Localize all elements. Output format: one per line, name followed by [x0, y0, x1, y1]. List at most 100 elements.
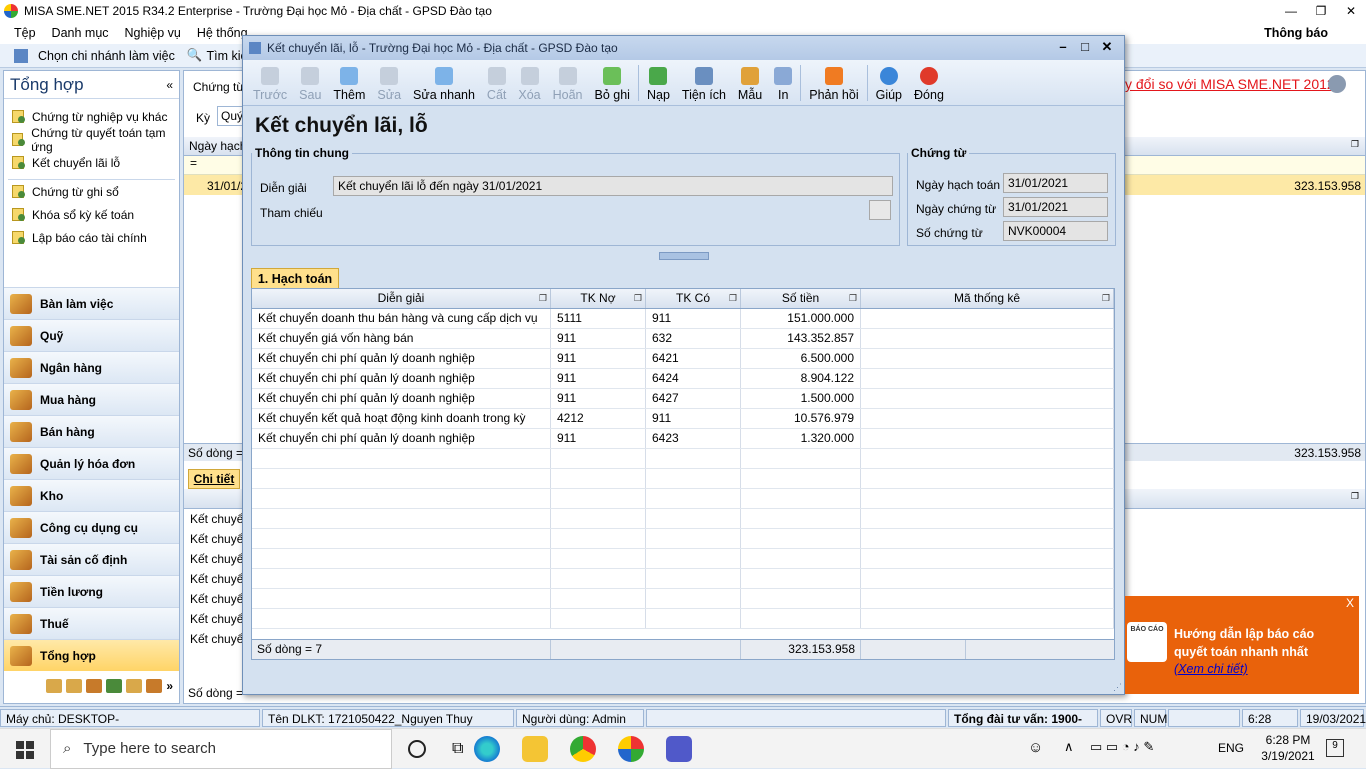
col-date-header[interactable]: Ngày hạch [189, 139, 246, 153]
cell-description[interactable]: Kết chuyển kết quả hoạt động kinh doanh … [252, 409, 551, 428]
empty-row[interactable] [252, 469, 1114, 489]
cell-credit[interactable]: 911 [646, 309, 741, 328]
cell-description[interactable]: Kết chuyển chi phí quản lý doanh nghiệp [252, 349, 551, 368]
module-general[interactable]: Tổng hợp [4, 639, 179, 671]
cell-credit[interactable]: 6423 [646, 429, 741, 448]
chevron-up-icon[interactable]: ∧ [1064, 739, 1074, 755]
settings-gear-icon[interactable] [1328, 75, 1346, 93]
col-description[interactable]: Diễn giải [252, 289, 551, 308]
choose-branch-button[interactable]: Chọn chi nhánh làm việc [38, 49, 175, 63]
menu-system[interactable]: Hệ thống [197, 26, 248, 40]
table-row[interactable]: Kết chuyển chi phí quản lý doanh nghiệp 9… [252, 349, 1114, 369]
menu-catalog[interactable]: Danh mục [52, 26, 109, 40]
chrome-icon[interactable] [570, 735, 597, 762]
module-warehouse[interactable]: Kho [4, 479, 179, 511]
reload-button[interactable]: Nạp [647, 67, 670, 105]
pin-icon[interactable]: ❐ [1351, 491, 1359, 502]
shortcut-icon[interactable] [146, 679, 163, 693]
list-item[interactable]: Kết chuyể [186, 549, 246, 569]
cell-debit[interactable]: 911 [551, 329, 646, 348]
list-item[interactable]: Kết chuyể [186, 609, 246, 629]
feedback-button[interactable]: Phản hồi [809, 67, 859, 105]
cell-stat-code[interactable] [861, 409, 1114, 428]
module-purchase[interactable]: Mua hàng [4, 383, 179, 415]
language-indicator[interactable]: ENG [1218, 741, 1244, 755]
col-stat-code[interactable]: Mã thống kê [861, 289, 1114, 308]
col-amount[interactable]: Số tiền [741, 289, 861, 308]
module-fixed-assets[interactable]: Tài sản cố định [4, 543, 179, 575]
cell-credit[interactable]: 632 [646, 329, 741, 348]
minimize-button[interactable]: — [1276, 0, 1306, 22]
table-row[interactable]: Kết chuyển chi phí quản lý doanh nghiệp 9… [252, 369, 1114, 389]
list-item[interactable]: Kết chuyể [186, 629, 246, 649]
list-item[interactable]: Kết chuyể [186, 569, 246, 589]
taskbar-search-box[interactable]: ⌕ Type here to search [50, 728, 392, 769]
tab-voucher[interactable]: Chứng từ [193, 80, 244, 94]
table-row[interactable]: Kết chuyển kết quả hoạt động kinh doanh … [252, 409, 1114, 429]
next-button[interactable]: Sau [299, 67, 321, 105]
add-button[interactable]: Thêm [333, 67, 365, 105]
people-icon[interactable]: ☺ [1028, 739, 1043, 756]
empty-row[interactable] [252, 489, 1114, 509]
tab-detail[interactable]: Chi tiết [188, 469, 240, 489]
utilities-button[interactable]: Tiện ích [682, 67, 726, 105]
menu-file[interactable]: Tệp [14, 26, 36, 40]
resize-grip-icon[interactable]: ⋰ [1113, 682, 1122, 693]
print-button[interactable]: In [774, 67, 793, 105]
close-button[interactable]: ✕ [1336, 0, 1366, 22]
cell-debit[interactable]: 4212 [551, 409, 646, 428]
quick-edit-button[interactable]: Sửa nhanh [413, 67, 475, 105]
cell-description[interactable]: Kết chuyển doanh thu bán hàng và cung cấ… [252, 309, 551, 328]
module-sales[interactable]: Bán hàng [4, 415, 179, 447]
cell-amount[interactable]: 1.320.000 [741, 429, 861, 448]
reference-attach-icon[interactable] [869, 200, 891, 220]
cell-amount[interactable]: 8.904.122 [741, 369, 861, 388]
cell-debit[interactable]: 911 [551, 429, 646, 448]
module-payroll[interactable]: Tiền lương [4, 575, 179, 607]
dialog-minimize-button[interactable]: – [1052, 39, 1074, 55]
cortana-icon[interactable] [408, 739, 426, 758]
edit-button[interactable]: Sửa [377, 67, 401, 105]
cell-amount[interactable]: 6.500.000 [741, 349, 861, 368]
collapse-section-handle[interactable] [659, 252, 709, 260]
cell-description[interactable]: Kết chuyển giá vốn hàng bán [252, 329, 551, 348]
tab-accounting[interactable]: 1. Hạch toán [251, 268, 339, 289]
save-button[interactable]: Cất [487, 67, 506, 105]
list-item[interactable]: Kết chuyể [186, 529, 246, 549]
cell-debit[interactable]: 911 [551, 349, 646, 368]
file-explorer-icon[interactable] [522, 735, 549, 762]
cell-credit[interactable]: 6421 [646, 349, 741, 368]
teams-icon[interactable] [666, 735, 693, 762]
shortcut-icon[interactable] [86, 679, 103, 693]
task-view-icon[interactable]: ⧉ [452, 740, 463, 758]
module-tax[interactable]: Thuế [4, 607, 179, 639]
cell-stat-code[interactable] [861, 309, 1114, 328]
cell-amount[interactable]: 1.500.000 [741, 389, 861, 408]
cell-stat-code[interactable] [861, 349, 1114, 368]
dialog-close-button[interactable]: ✕ [1096, 39, 1118, 55]
promo-link[interactable]: y đổi so với MISA SME.NET 2012 [1125, 76, 1335, 92]
module-tools[interactable]: Công cụ dụng cụ [4, 511, 179, 543]
col-credit-account[interactable]: TK Có [646, 289, 741, 308]
table-row[interactable]: Kết chuyển chi phí quản lý doanh nghiệp 9… [252, 429, 1114, 449]
promo-detail-link[interactable]: (Xem chi tiết) [1174, 662, 1248, 676]
misa-taskbar-icon[interactable] [618, 735, 645, 762]
more-shortcuts-icon[interactable]: » [166, 679, 173, 693]
table-row[interactable]: Kết chuyển chi phí quản lý doanh nghiệp 9… [252, 389, 1114, 409]
voucher-no-field[interactable]: NVK00004 [1003, 221, 1108, 241]
nav-item-lock-period[interactable]: Khóa sổ kỳ kế toán [4, 203, 179, 226]
module-bank[interactable]: Ngân hàng [4, 351, 179, 383]
taskbar-clock[interactable]: 6:28 PM 3/19/2021 [1258, 732, 1318, 764]
shortcut-icon[interactable] [66, 679, 83, 693]
module-cash[interactable]: Quỹ [4, 319, 179, 351]
cell-description[interactable]: Kết chuyển chi phí quản lý doanh nghiệp [252, 389, 551, 408]
cell-stat-code[interactable] [861, 389, 1114, 408]
nav-item-advance-settlement[interactable]: Chứng từ quyết toán tạm ứng [4, 126, 179, 154]
voucher-date-field[interactable]: 31/01/2021 [1003, 197, 1108, 217]
empty-row[interactable] [252, 509, 1114, 529]
undo-button[interactable]: Hoãn [553, 67, 583, 105]
notification-button[interactable]: Thông báo [1264, 26, 1328, 40]
edge-icon[interactable] [474, 735, 501, 762]
table-row[interactable]: Kết chuyển doanh thu bán hàng và cung cấ… [252, 309, 1114, 329]
table-row[interactable]: Kết chuyển giá vốn hàng bán 911 632 143.352… [252, 329, 1114, 349]
